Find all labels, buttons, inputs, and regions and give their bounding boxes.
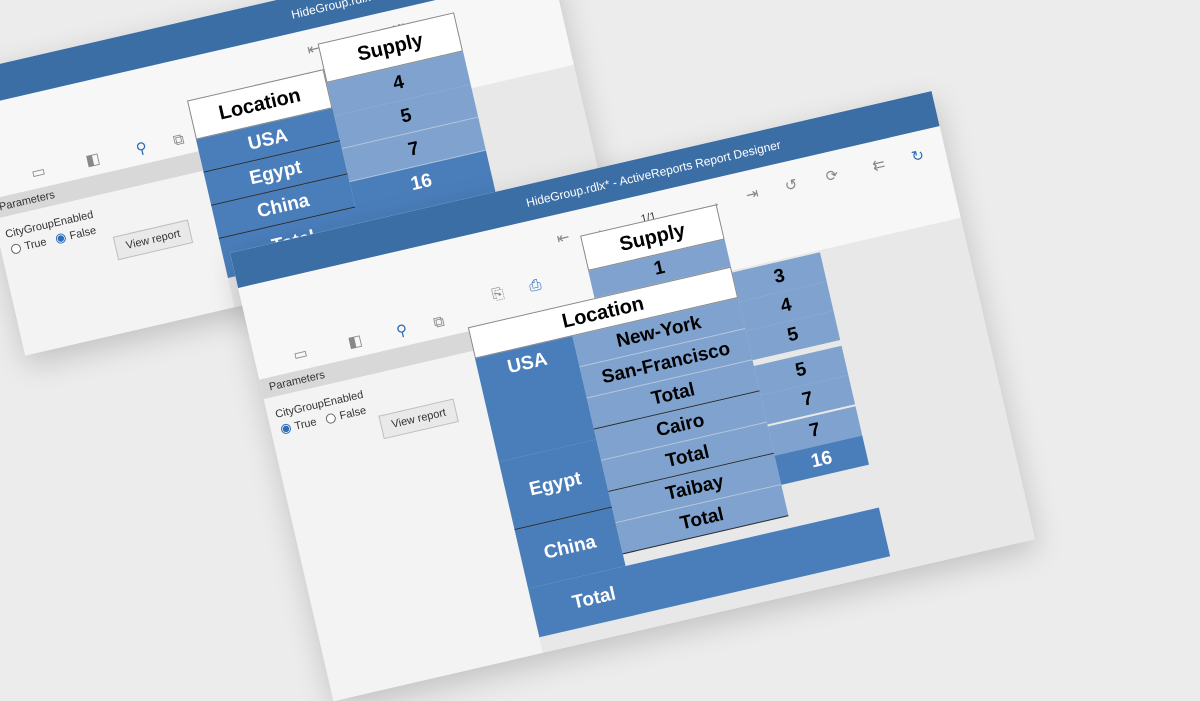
search-icon[interactable]: ⚲	[387, 316, 416, 345]
sidebar-toggle-icon[interactable]: ▭	[286, 339, 315, 368]
back-radio-false[interactable]	[55, 232, 68, 245]
refresh-icon[interactable]: ↻	[903, 141, 932, 170]
export-icon[interactable]: ⎘	[484, 279, 513, 308]
first-page-icon[interactable]: ⇤	[549, 223, 578, 252]
back-view-report-button[interactable]: View report	[112, 219, 194, 261]
previous-page-icon[interactable]: ⇇	[864, 150, 893, 179]
front-radio-false[interactable]	[325, 412, 338, 425]
history-icon[interactable]: ↺	[777, 171, 806, 200]
front-radio-true[interactable]	[280, 422, 293, 435]
sidebar-toggle-icon[interactable]: ▭	[24, 158, 53, 187]
pages-icon[interactable]: ⧉	[164, 125, 193, 154]
back-radio-false-label: False	[68, 224, 98, 243]
search-icon[interactable]: ⚲	[127, 134, 156, 163]
back-radio-true[interactable]	[10, 242, 23, 255]
front-view-report-button[interactable]: View report	[378, 398, 460, 440]
pages-icon[interactable]: ⧉	[424, 307, 453, 336]
sidebar-toggle-icon[interactable]: ◧	[341, 327, 370, 356]
history-icon[interactable]: ⟳	[818, 161, 847, 190]
print-icon[interactable]: ⎙	[521, 271, 550, 300]
sidebar-toggle-icon[interactable]: ◧	[78, 145, 107, 174]
front-radio-false-label: False	[338, 404, 368, 423]
last-page-icon[interactable]: ⇥	[738, 180, 767, 209]
back-radio-true-label: True	[23, 236, 48, 253]
front-radio-true-label: True	[293, 416, 318, 433]
